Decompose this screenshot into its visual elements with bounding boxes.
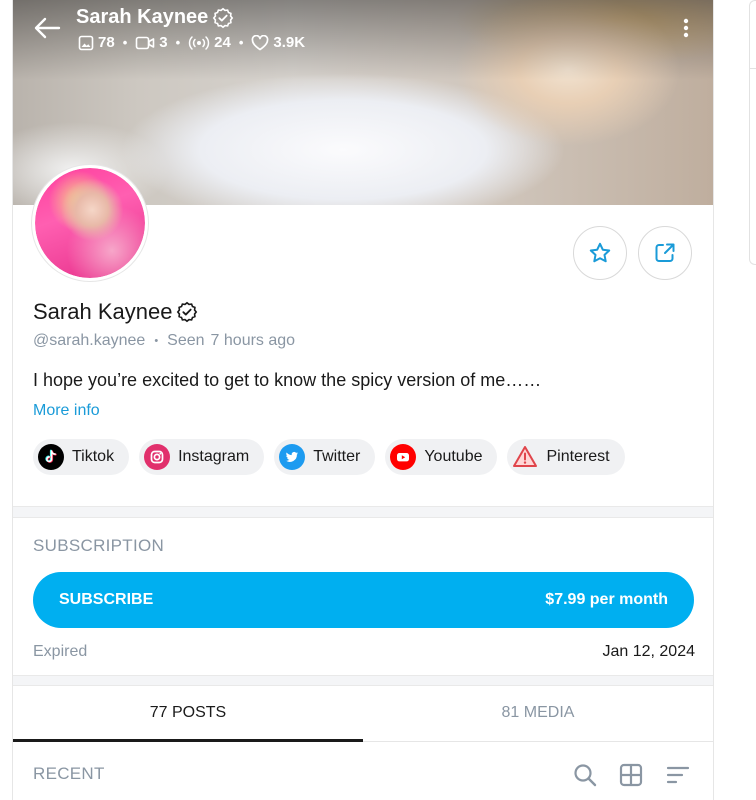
stream-icon: [188, 35, 210, 50]
profile-bio: I hope you’re excited to get to know the…: [33, 370, 542, 390]
seen-time: 7 hours ago: [210, 332, 296, 349]
social-link-youtube[interactable]: Youtube: [385, 439, 498, 475]
star-icon: [589, 242, 611, 263]
social-label: Instagram: [178, 448, 250, 465]
subscribe-label: SUBSCRIBE: [59, 591, 154, 608]
stat-separator: •: [175, 35, 181, 50]
photos-count: 78: [98, 34, 115, 51]
side-panel-edge: [749, 0, 756, 265]
social-label: Youtube: [424, 448, 483, 465]
photos-stat: 78: [78, 34, 115, 51]
content-tabs: 77 POSTS 81 MEDIA: [13, 685, 713, 742]
tab-media[interactable]: 81 MEDIA: [363, 685, 713, 741]
heart-icon: [252, 34, 269, 50]
social-link-pinterest[interactable]: Pinterest: [507, 439, 625, 475]
handle-separator: •: [154, 335, 159, 347]
more-info-link[interactable]: More info: [33, 402, 100, 420]
streams-count: 24: [214, 34, 231, 51]
profile-name-text: Sarah Kaynee: [33, 299, 173, 324]
share-button[interactable]: [638, 226, 692, 280]
subscription-date: Jan 12, 2024: [602, 643, 695, 660]
youtube-icon: [390, 444, 417, 470]
social-link-twitter[interactable]: Twitter: [274, 439, 376, 475]
video-icon: [135, 36, 155, 49]
videos-count: 3: [159, 34, 168, 51]
grid-view-icon[interactable]: [618, 762, 644, 788]
favorite-button[interactable]: [573, 226, 627, 280]
feed-section-title: RECENT: [33, 764, 105, 783]
social-links: Tiktok Instagram Twitter Youtube Pintere…: [33, 439, 625, 475]
videos-stat: 3: [135, 34, 168, 51]
twitter-icon: [279, 444, 306, 470]
subscribe-price: $7.99 per month: [545, 591, 668, 608]
more-options-icon[interactable]: [681, 17, 691, 39]
warning-icon: [512, 444, 538, 470]
profile-handle: @sarah.kaynee: [33, 332, 146, 349]
profile-column: Sarah Kaynee 78 • 3 • 24 • 3.9K Sarah Ka…: [12, 0, 714, 800]
search-icon[interactable]: [572, 762, 598, 788]
back-arrow-icon[interactable]: [33, 16, 61, 40]
section-divider: [13, 506, 713, 518]
header-name: Sarah Kaynee: [76, 6, 234, 29]
avatar[interactable]: [32, 165, 148, 281]
image-icon: [78, 35, 94, 50]
subscribe-button[interactable]: SUBSCRIBE $7.99 per month: [33, 572, 694, 628]
tab-posts[interactable]: 77 POSTS: [13, 685, 363, 742]
tiktok-icon: [38, 444, 64, 470]
social-label: Tiktok: [72, 448, 115, 465]
header-stats: 78 • 3 • 24 • 3.9K: [78, 34, 305, 51]
streams-stat: 24: [188, 34, 231, 51]
social-label: Pinterest: [546, 448, 610, 465]
verified-icon: [177, 301, 198, 323]
subscription-title: SUBSCRIPTION: [33, 536, 165, 555]
instagram-icon: [144, 444, 171, 470]
subscription-status: Expired: [33, 643, 88, 660]
share-icon: [655, 243, 675, 262]
likes-stat: 3.9K: [251, 34, 305, 51]
sort-icon[interactable]: [665, 762, 691, 788]
likes-count: 3.9K: [273, 34, 306, 51]
avatar-image: [35, 168, 145, 278]
handle-row: @sarah.kaynee • Seen 7 hours ago: [33, 332, 295, 350]
stat-separator: •: [238, 35, 244, 50]
social-label: Twitter: [313, 448, 361, 465]
social-link-tiktok[interactable]: Tiktok: [33, 439, 130, 475]
social-link-instagram[interactable]: Instagram: [139, 439, 265, 475]
verified-icon: [213, 7, 234, 28]
header-name-text: Sarah Kaynee: [76, 6, 209, 28]
seen-label: Seen: [167, 332, 205, 349]
stat-separator: •: [122, 35, 128, 50]
profile-name: Sarah Kaynee: [33, 299, 198, 325]
side-panel-divider: [750, 68, 756, 69]
